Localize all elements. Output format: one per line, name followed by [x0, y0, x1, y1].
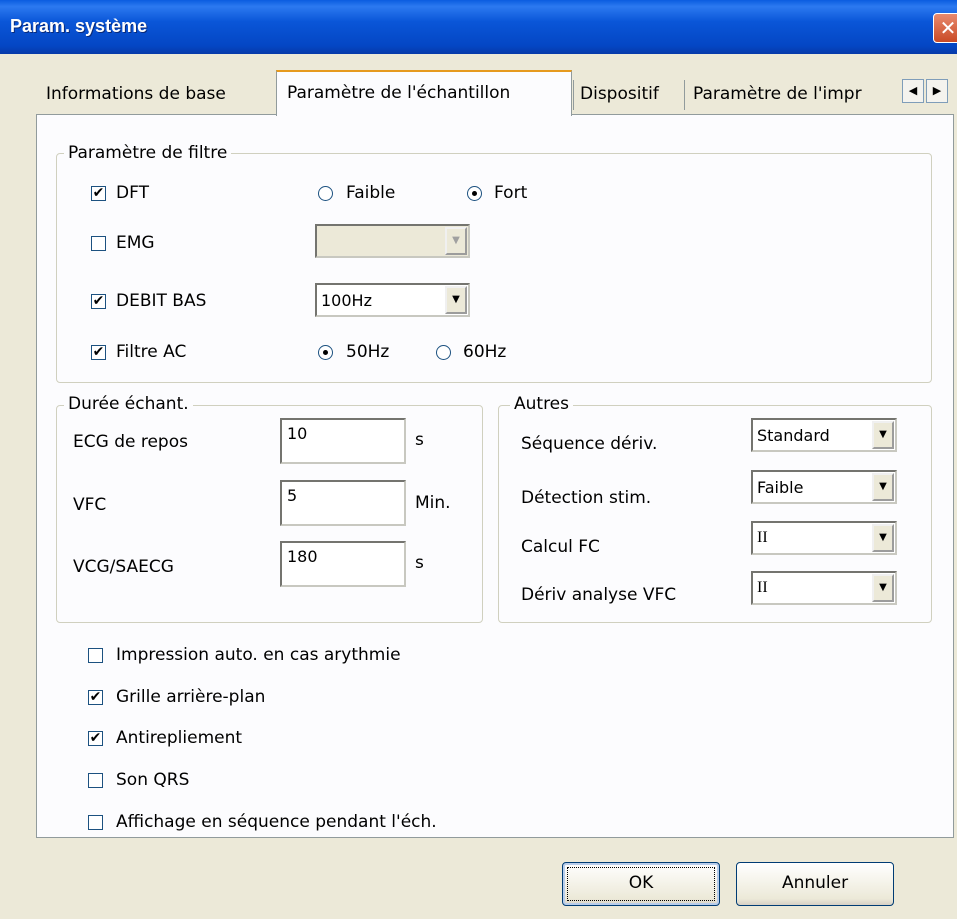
lead-sequence-select[interactable]: Standard ▼: [751, 418, 897, 452]
low-rate-select[interactable]: 100Hz ▼: [315, 283, 470, 317]
hrv-lead-value: II: [757, 579, 768, 596]
dft-checkbox[interactable]: ✔: [91, 186, 106, 201]
background-grid-label: Grille arrière-plan: [116, 687, 266, 707]
qrs-sound-label: Son QRS: [116, 770, 190, 790]
ok-button[interactable]: OK: [562, 862, 720, 906]
chevron-down-icon[interactable]: ▼: [872, 473, 894, 501]
auto-print-arrhythmia-checkbox[interactable]: [88, 648, 103, 663]
ac-50hz-label: 50Hz: [346, 342, 390, 362]
ac-60hz-label: 60Hz: [463, 342, 507, 362]
ac-filter-label: Filtre AC: [116, 342, 187, 362]
dft-low-radio[interactable]: [318, 186, 333, 201]
hrv-label: VFC: [73, 495, 107, 515]
vcg-value: 180: [287, 547, 318, 566]
antialiasing-checkbox[interactable]: ✔: [88, 731, 103, 746]
dialog-window: Param. système ✕ Informations de base Pa…: [0, 0, 957, 919]
pace-detection-label: Détection stim.: [521, 488, 652, 508]
sequence-display-label: Affichage en séquence pendant l'éch.: [116, 812, 437, 832]
hrv-lead-select[interactable]: II ▼: [751, 571, 897, 605]
close-icon[interactable]: ✕: [933, 13, 957, 43]
hrv-input[interactable]: 5: [280, 480, 406, 526]
hr-calc-label: Calcul FC: [521, 537, 600, 557]
low-rate-checkbox[interactable]: ✔: [91, 294, 106, 309]
tab-scroll-right-icon[interactable]: ▶: [926, 79, 948, 103]
auto-print-arrhythmia-label: Impression auto. en cas arythmie: [116, 645, 401, 665]
hr-calc-select[interactable]: II ▼: [751, 521, 897, 555]
qrs-sound-checkbox[interactable]: [88, 773, 103, 788]
background-grid-checkbox[interactable]: ✔: [88, 690, 103, 705]
tab-scroll-left-icon[interactable]: ◀: [902, 79, 924, 103]
ac-60hz-radio[interactable]: [436, 345, 451, 360]
emg-select[interactable]: ▼: [315, 224, 470, 258]
ac-filter-checkbox[interactable]: ✔: [91, 345, 106, 360]
hrv-lead-label: Dériv analyse VFC: [521, 585, 677, 605]
emg-label: EMG: [116, 233, 155, 253]
chevron-down-icon[interactable]: ▼: [445, 227, 467, 255]
rest-ecg-value: 10: [287, 424, 308, 443]
window-title: Param. système: [10, 16, 148, 36]
other-group-legend: Autres: [510, 394, 574, 414]
tab-label: Dispositif: [580, 84, 659, 104]
title-bar[interactable]: Param. système ✕: [0, 0, 957, 54]
tab-parametre-impression[interactable]: Paramètre de l'impr: [683, 74, 897, 114]
antialiasing-label: Antirepliement: [116, 728, 243, 748]
tab-label: Paramètre de l'échantillon: [287, 83, 511, 103]
vcg-label: VCG/SAECG: [73, 557, 174, 577]
emg-checkbox[interactable]: [91, 236, 106, 251]
vcg-input[interactable]: 180: [280, 541, 406, 587]
tab-label: Paramètre de l'impr: [693, 84, 862, 104]
cancel-button-label: Annuler: [781, 873, 849, 893]
chevron-down-icon[interactable]: ▼: [445, 286, 467, 314]
vcg-unit: s: [415, 553, 424, 573]
hrv-unit: Min.: [415, 493, 451, 513]
radio-selected-dot: [472, 191, 477, 196]
radio-selected-dot: [323, 350, 328, 355]
chevron-down-icon[interactable]: ▼: [872, 524, 894, 552]
duration-group-legend: Durée échant.: [64, 394, 193, 414]
ac-50hz-radio[interactable]: [318, 345, 333, 360]
rest-ecg-label: ECG de repos: [73, 432, 188, 452]
dft-high-radio[interactable]: [467, 186, 482, 201]
tab-dispositif[interactable]: Dispositif: [570, 74, 684, 114]
dft-label: DFT: [116, 183, 149, 203]
pace-detection-value: Faible: [757, 478, 804, 497]
tab-parametre-echantillon[interactable]: Paramètre de l'échantillon: [276, 70, 572, 116]
pace-detection-select[interactable]: Faible ▼: [751, 470, 897, 504]
chevron-down-icon[interactable]: ▼: [872, 574, 894, 602]
cancel-button[interactable]: Annuler: [736, 862, 894, 906]
low-rate-select-value: 100Hz: [321, 291, 372, 310]
hrv-value: 5: [287, 486, 298, 505]
chevron-down-icon[interactable]: ▼: [872, 421, 894, 449]
rest-ecg-input[interactable]: 10: [280, 418, 406, 464]
lead-sequence-value: Standard: [757, 426, 830, 445]
filter-group-legend: Paramètre de filtre: [64, 143, 232, 163]
tab-informations-de-base[interactable]: Informations de base: [36, 74, 274, 114]
low-rate-label: DEBIT BAS: [116, 291, 207, 311]
dft-low-label: Faible: [346, 183, 396, 203]
focus-ring: [567, 867, 715, 901]
tab-label: Informations de base: [46, 84, 226, 104]
rest-ecg-unit: s: [415, 430, 424, 450]
dft-high-label: Fort: [494, 183, 528, 203]
lead-sequence-label: Séquence dériv.: [521, 434, 658, 454]
hr-calc-value: II: [757, 529, 768, 546]
sequence-display-checkbox[interactable]: [88, 815, 103, 830]
